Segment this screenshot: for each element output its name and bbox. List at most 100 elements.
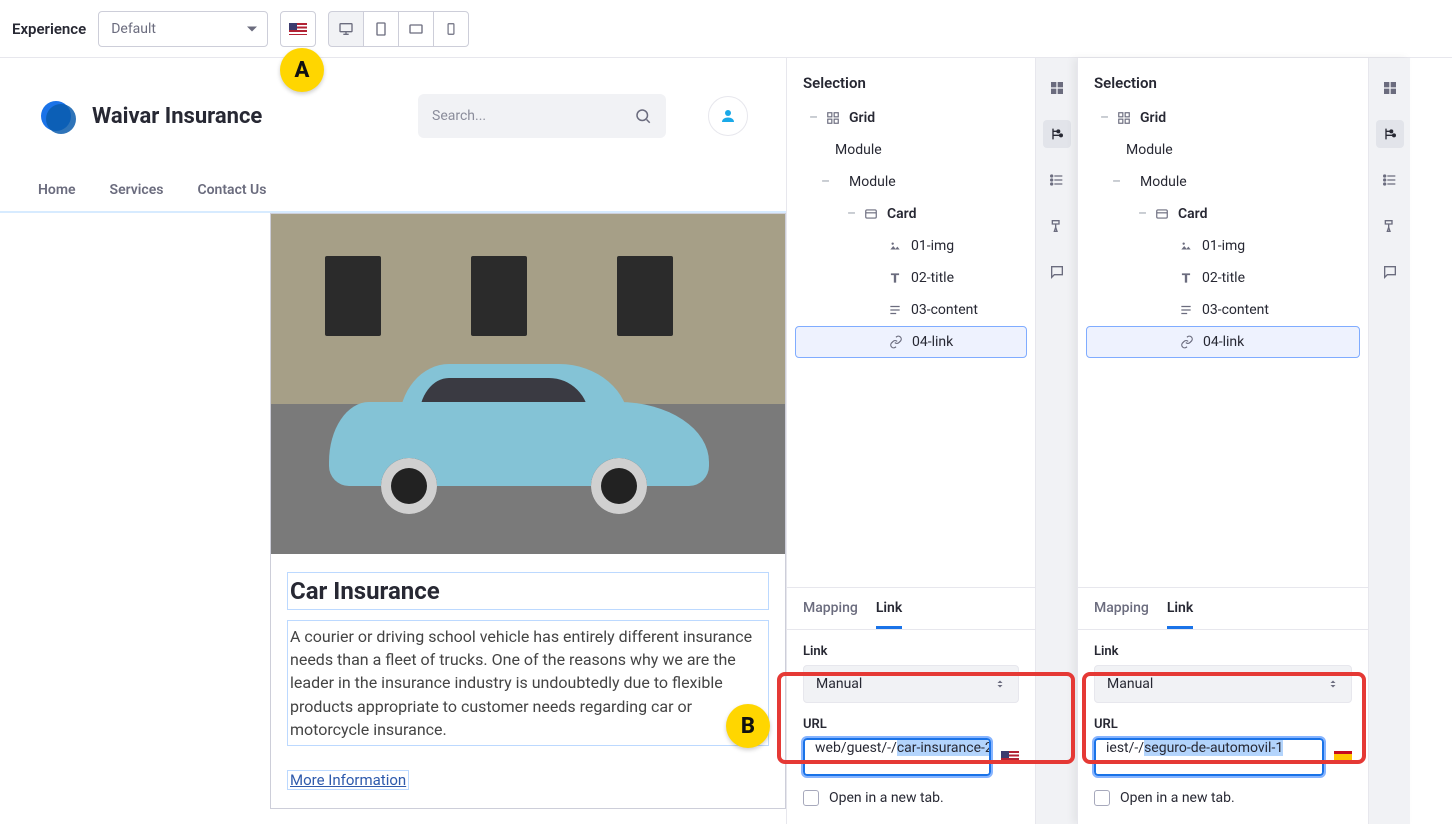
tree-label: 01-img	[911, 238, 954, 254]
card-link[interactable]: More Information	[287, 770, 409, 790]
rail-fragments[interactable]	[1376, 74, 1404, 102]
phone-icon	[444, 21, 458, 37]
tab-link[interactable]: Link	[876, 600, 902, 629]
open-new-tab-checkbox[interactable]	[1094, 790, 1110, 806]
tab-link[interactable]: Link	[1167, 600, 1193, 629]
annotation-a: A	[280, 48, 324, 92]
grid-icon	[1116, 110, 1132, 126]
link-type-value: Manual	[1107, 676, 1153, 692]
tree-01-img[interactable]: 01-img	[795, 230, 1027, 262]
rail-design[interactable]	[1376, 212, 1404, 240]
preview-canvas: Car Insurance A courier or driving schoo…	[0, 212, 786, 824]
rail-browser[interactable]	[1043, 120, 1071, 148]
tab-row: Mapping Link	[787, 588, 1035, 630]
panel-rail	[1368, 58, 1410, 824]
rail-design[interactable]	[1043, 212, 1071, 240]
card-text[interactable]: A courier or driving school vehicle has …	[287, 620, 769, 746]
url-input[interactable]: web/guest/-/car-insurance-2	[803, 738, 991, 776]
chevron-updown-icon	[994, 677, 1006, 691]
tree-label: 01-img	[1202, 238, 1245, 254]
nav-contact[interactable]: Contact Us	[197, 182, 266, 198]
tree-card[interactable]: – Card	[795, 198, 1027, 230]
tree-label: Module	[1140, 174, 1187, 190]
tree-label: Module	[835, 142, 882, 158]
link-type-value: Manual	[816, 676, 862, 692]
rail-comments[interactable]	[1376, 258, 1404, 286]
tablet-landscape-icon	[408, 21, 424, 37]
search-input[interactable]: Search...	[418, 94, 666, 138]
tree-grid[interactable]: – Grid	[795, 102, 1027, 134]
rail-fragments[interactable]	[1043, 74, 1071, 102]
element-tree: – Grid Module –Module – Card 01-img	[787, 102, 1035, 358]
tree-04-link[interactable]: 04-link	[1086, 326, 1360, 358]
tree-02-title[interactable]: 02-title	[1086, 262, 1360, 294]
rail-browser[interactable]	[1376, 120, 1404, 148]
panel-title: Selection	[787, 58, 1035, 102]
selection-panel-2: Selection – Grid Module –Module – Card	[1077, 58, 1410, 824]
experience-select[interactable]: Default	[98, 11, 268, 47]
image-icon	[887, 238, 903, 254]
tree-grid[interactable]: – Grid	[1086, 102, 1360, 134]
open-new-tab-checkbox[interactable]	[803, 790, 819, 806]
monitor-icon	[338, 21, 354, 37]
tree-module[interactable]: –Module	[795, 166, 1027, 198]
rail-contents[interactable]	[1376, 166, 1404, 194]
card-fragment[interactable]: Car Insurance A courier or driving schoo…	[270, 213, 786, 809]
site-header: Waivar Insurance Search... Home Services…	[0, 58, 786, 212]
card-icon	[863, 206, 879, 222]
card-icon	[1154, 206, 1170, 222]
device-tablet-landscape[interactable]	[398, 11, 434, 47]
tree-02-title[interactable]: 02-title	[795, 262, 1027, 294]
tree-module[interactable]: –Module	[1086, 166, 1360, 198]
tree-icon	[1382, 126, 1398, 142]
tree-label: 03-content	[911, 302, 978, 318]
tree-label: Grid	[1140, 110, 1166, 126]
selection-panel-1: Selection – Grid Module –Module – Card	[786, 58, 1077, 824]
topbar: Experience Default	[0, 0, 1452, 58]
user-avatar[interactable]	[708, 96, 748, 136]
tree-03-content[interactable]: 03-content	[1086, 294, 1360, 326]
text-icon	[887, 302, 903, 318]
rail-comments[interactable]	[1043, 258, 1071, 286]
tree-label: Module	[1126, 142, 1173, 158]
user-icon	[719, 107, 737, 125]
tree-module[interactable]: Module	[795, 134, 1027, 166]
tree-label: 04-link	[912, 334, 953, 350]
tree-module[interactable]: Module	[1086, 134, 1360, 166]
tree-card[interactable]: – Card	[1086, 198, 1360, 230]
tree-label: Grid	[849, 110, 875, 126]
paint-icon	[1049, 218, 1065, 234]
device-tablet-portrait[interactable]	[363, 11, 399, 47]
tab-mapping[interactable]: Mapping	[803, 600, 858, 629]
open-new-tab-label: Open in a new tab.	[1120, 790, 1235, 806]
device-group	[328, 11, 469, 47]
search-placeholder: Search...	[432, 108, 486, 124]
link-icon	[888, 334, 904, 350]
link-type-select[interactable]: Manual	[1094, 665, 1352, 703]
rail-contents[interactable]	[1043, 166, 1071, 194]
comment-icon	[1049, 264, 1065, 280]
nav-services[interactable]: Services	[110, 182, 164, 198]
card-title[interactable]: Car Insurance	[287, 572, 769, 610]
url-input[interactable]: iest/-/seguro-de-automovil-1	[1094, 738, 1324, 776]
tree-icon	[1049, 126, 1065, 142]
flag-es-icon[interactable]	[1334, 751, 1352, 763]
tree-label: 02-title	[1202, 270, 1245, 286]
tree-03-content[interactable]: 03-content	[795, 294, 1027, 326]
link-field-label: Link	[1094, 644, 1352, 659]
url-field-label: URL	[803, 717, 1019, 732]
nav-home[interactable]: Home	[38, 182, 76, 198]
device-desktop[interactable]	[328, 11, 364, 47]
tab-mapping[interactable]: Mapping	[1094, 600, 1149, 629]
heading-icon	[1178, 270, 1194, 286]
experience-label: Experience	[12, 20, 86, 38]
chevron-updown-icon	[1327, 677, 1339, 691]
tree-04-link[interactable]: 04-link	[795, 326, 1027, 358]
device-phone[interactable]	[433, 11, 469, 47]
flag-us-icon[interactable]	[1001, 751, 1019, 763]
search-icon	[634, 107, 652, 125]
text-icon	[1178, 302, 1194, 318]
link-type-select[interactable]: Manual	[803, 665, 1019, 703]
locale-button-us[interactable]	[280, 11, 316, 47]
tree-01-img[interactable]: 01-img	[1086, 230, 1360, 262]
